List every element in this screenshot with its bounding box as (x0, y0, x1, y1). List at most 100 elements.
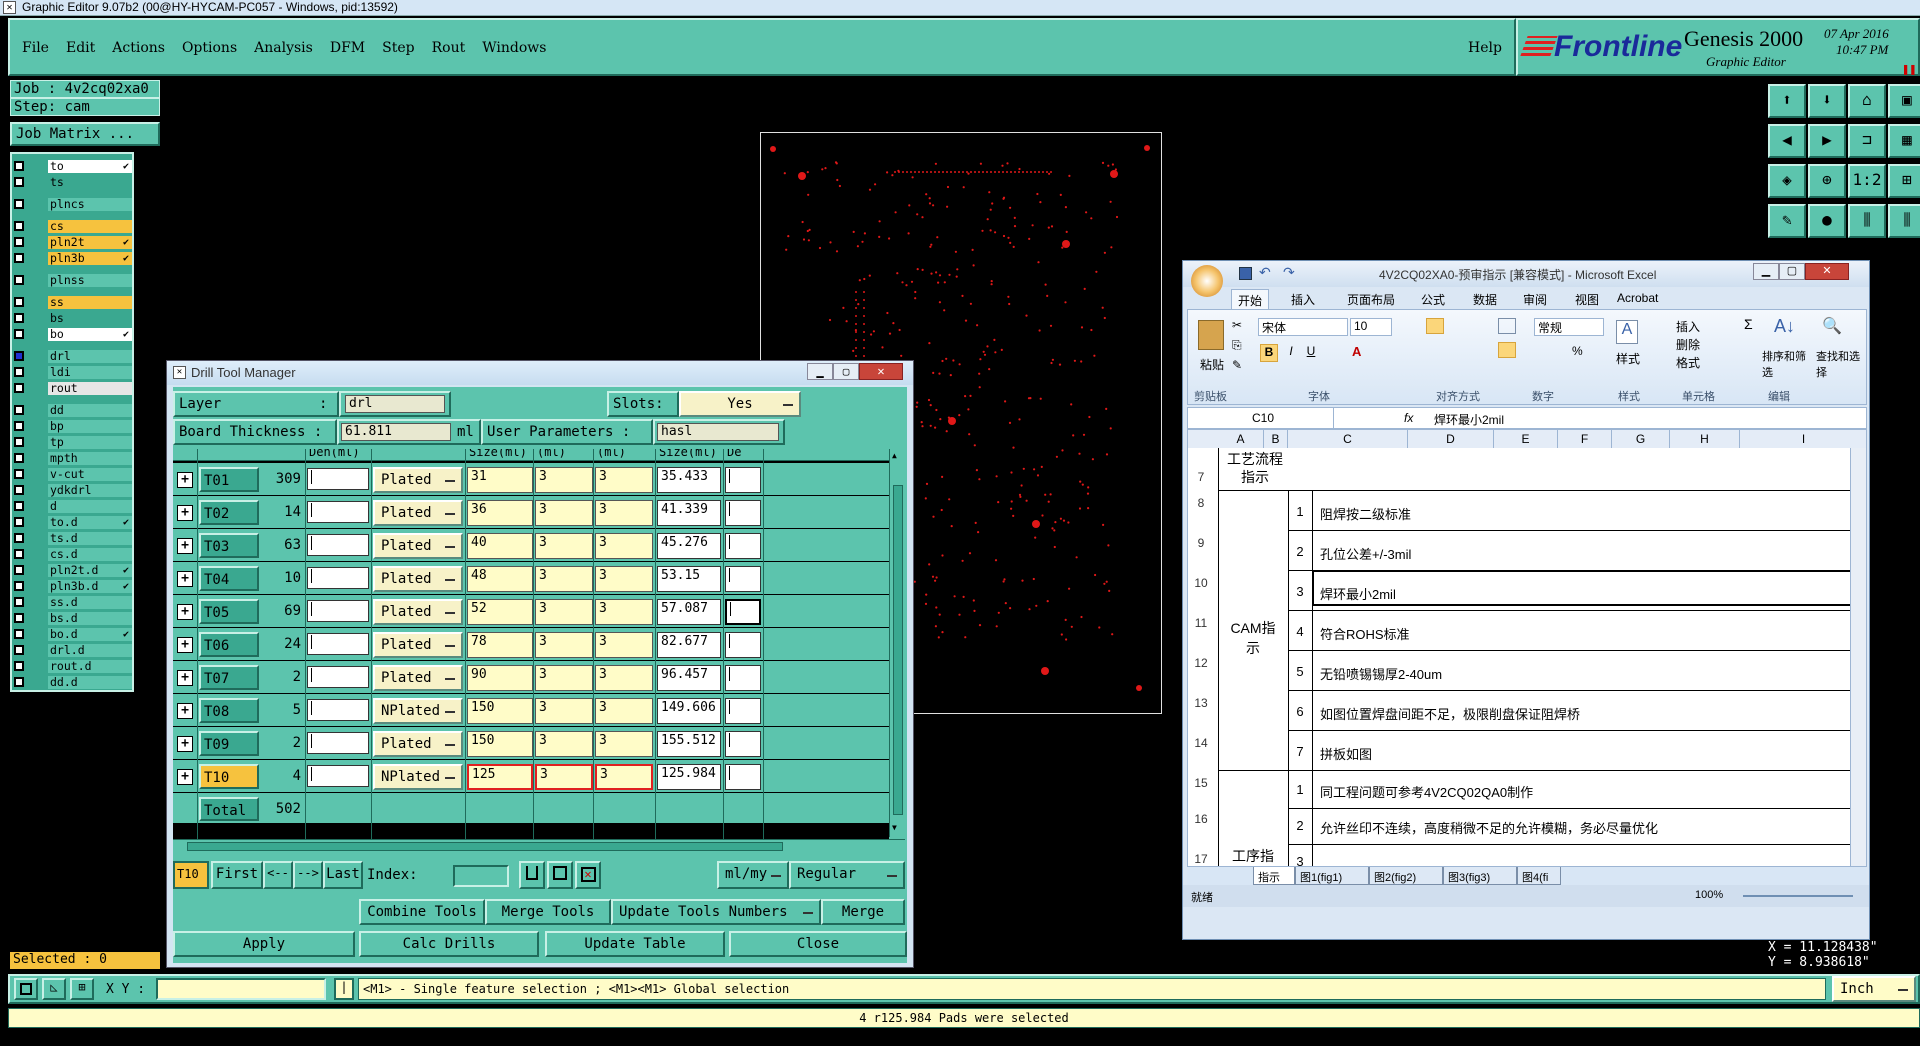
drill-hole[interactable] (898, 171, 900, 173)
layer-name[interactable]: cs (48, 220, 132, 233)
drill-hole[interactable] (968, 552, 972, 555)
layer-name[interactable]: bo.d ✔ (48, 628, 132, 641)
zoom-area-button[interactable] (14, 978, 38, 1000)
drill-hole[interactable] (916, 401, 919, 404)
first-button[interactable]: First (211, 861, 263, 889)
layer-name[interactable]: rout (48, 382, 132, 395)
drill-hole[interactable] (1070, 625, 1073, 628)
row-header[interactable]: 13 (1188, 696, 1214, 710)
drill-hole[interactable] (1035, 604, 1038, 607)
proc-item-text[interactable]: 允许丝印不连续，高度稍微不足的允许模糊，务必尽量优化 (1320, 818, 1658, 837)
drill-hole[interactable] (863, 355, 865, 357)
drill-hole[interactable] (934, 162, 937, 165)
layer-name[interactable]: ss (48, 296, 132, 309)
italic-button[interactable]: I (1282, 344, 1300, 362)
drill-hole[interactable] (1032, 520, 1040, 528)
plating-type-dropdown[interactable]: Plated (373, 665, 463, 691)
column-header-cell[interactable]: I (1740, 430, 1866, 448)
drill-hole[interactable] (948, 273, 951, 276)
cam-item-number[interactable]: 3 (1292, 584, 1308, 599)
measure-button[interactable]: ◺ (42, 978, 66, 1000)
drill-hole[interactable] (914, 171, 916, 173)
cam-item-text[interactable]: 如图位置焊盘间距不足，极限削盘保证阻焊桥 (1320, 704, 1580, 723)
drill-hole[interactable] (787, 235, 790, 238)
drill-hole[interactable] (1053, 545, 1056, 549)
drill-tool-row[interactable]: + T10 4 NPlated 125 3 3 125.984 (173, 760, 889, 792)
drill-hole[interactable] (1051, 527, 1054, 530)
layer-row-bo[interactable]: bo ✔ (14, 328, 132, 341)
drill-hole[interactable] (1006, 162, 1009, 165)
save-icon[interactable] (1239, 267, 1252, 280)
layer-row-pln2t.d[interactable]: pln2t.d ✔ (14, 564, 132, 577)
drill-hole[interactable] (979, 358, 982, 361)
drill-hole[interactable] (946, 185, 950, 189)
drill-hole[interactable] (1036, 474, 1040, 477)
drill-hole[interactable] (872, 330, 875, 333)
drill-hole[interactable] (978, 478, 981, 481)
drill-hole[interactable] (855, 307, 857, 309)
drill-hole[interactable] (1059, 193, 1062, 196)
drill-hole[interactable] (910, 280, 914, 283)
drill-hole[interactable] (1095, 270, 1098, 273)
drill-hole[interactable] (1073, 359, 1076, 362)
drill-hole[interactable] (861, 240, 864, 243)
sheet-tab[interactable]: 图4(fi (1517, 867, 1561, 885)
drill-hole[interactable] (995, 475, 998, 478)
drill-hole[interactable] (1003, 578, 1006, 581)
drill-hole[interactable] (982, 350, 985, 353)
drill-hole[interactable] (972, 599, 975, 602)
user-params-field[interactable]: hasl (657, 423, 779, 441)
font-name-box[interactable]: 宋体 (1258, 318, 1348, 336)
drill-hole[interactable] (1070, 403, 1073, 406)
drill-hole[interactable] (920, 421, 923, 424)
layer-checkbox[interactable] (14, 597, 24, 607)
drill-hole[interactable] (967, 408, 970, 411)
drill-hole[interactable] (1136, 685, 1142, 691)
name-box[interactable]: C10 (1188, 408, 1334, 428)
ribbon-tab[interactable]: 页面布局 (1341, 289, 1401, 310)
drill-hole[interactable] (1111, 163, 1114, 166)
minus-tolerance-field[interactable]: 3 (595, 665, 653, 691)
drill-hole[interactable] (902, 171, 904, 173)
drill-hole[interactable] (948, 498, 951, 501)
drill-hole[interactable] (926, 171, 928, 173)
drill-hole[interactable] (1065, 638, 1068, 641)
finish-size-field[interactable]: 48 (467, 566, 533, 592)
tool-id[interactable]: T07 (199, 665, 259, 690)
layer-checkbox[interactable] (14, 351, 24, 361)
drill-hole[interactable] (1055, 455, 1058, 458)
drill-size-field[interactable]: 35.433 (657, 467, 721, 493)
drill-hole[interactable] (945, 357, 948, 360)
paste-icon[interactable] (1198, 320, 1224, 350)
merge-tools-button[interactable]: Merge Tools (485, 899, 611, 925)
drill-hole[interactable] (1001, 164, 1004, 167)
layer-name[interactable]: drl (48, 350, 132, 363)
drill-hole[interactable] (932, 204, 935, 207)
drill-hole[interactable] (886, 171, 889, 174)
drill-hole[interactable] (1046, 294, 1049, 297)
find-icon[interactable]: 🔍 (1822, 316, 1842, 336)
menu-options[interactable]: Options (182, 40, 237, 56)
layer-row-to.d[interactable]: to.d ✔ (14, 516, 132, 529)
drill-hole[interactable] (1019, 495, 1022, 498)
board-thickness-field[interactable]: 61.811 (341, 423, 451, 441)
layer-name[interactable]: dd (48, 404, 132, 417)
drill-hole[interactable] (982, 171, 984, 173)
font-color-icon[interactable]: A (1352, 344, 1361, 359)
drill-hole[interactable] (928, 197, 931, 200)
drill-hole[interactable] (952, 359, 955, 362)
drill-hole[interactable] (806, 229, 809, 233)
drill-hole[interactable] (855, 323, 857, 325)
layer-name[interactable]: bs (48, 312, 132, 325)
drill-hole[interactable] (1067, 521, 1070, 524)
drill-hole[interactable] (1028, 237, 1031, 240)
tool-id[interactable]: T02 (199, 500, 259, 525)
tool-id[interactable]: T01 (199, 467, 259, 492)
drill-hole[interactable] (947, 416, 950, 419)
drill-hole[interactable] (937, 281, 940, 284)
drill-hole[interactable] (802, 238, 806, 241)
style-label[interactable]: 样式 (1616, 350, 1640, 367)
drill-hole[interactable] (958, 363, 961, 366)
drill-hole[interactable] (845, 320, 848, 323)
ribbon-tab[interactable]: Acrobat (1611, 289, 1664, 307)
